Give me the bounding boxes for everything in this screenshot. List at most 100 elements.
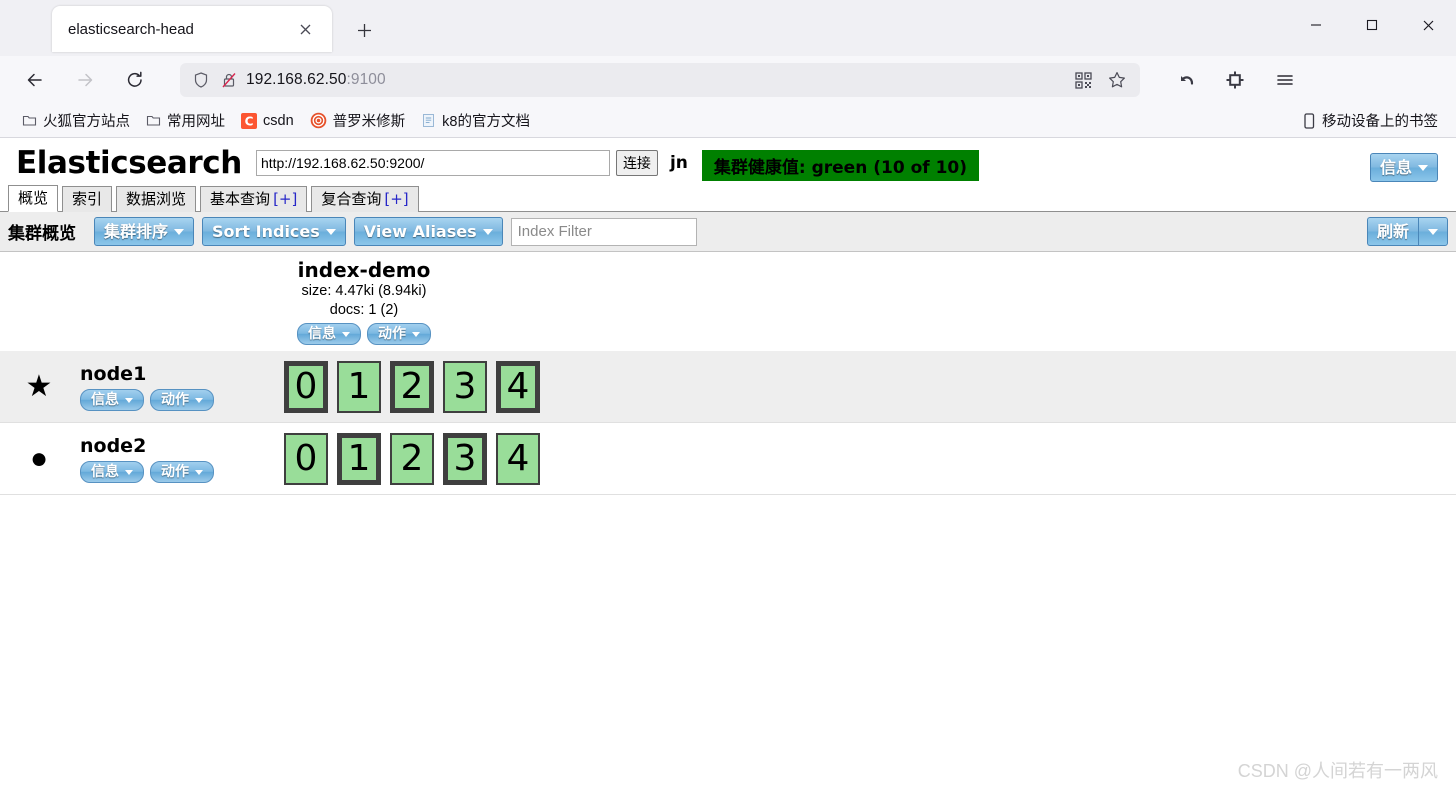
shard-box[interactable]: 1	[337, 360, 381, 413]
elasticsearch-head-app: Elasticsearch 连接 jn 集群健康值: green (10 of …	[0, 138, 1456, 797]
view-aliases-label: View Aliases	[363, 222, 477, 241]
node-name: node1	[80, 363, 147, 385]
csdn-icon: C	[241, 112, 257, 129]
reload-button[interactable]	[115, 63, 155, 97]
chevron-down-icon	[195, 469, 203, 475]
shard-box[interactable]: 3	[443, 432, 487, 485]
node-shards: 0 1 2 3 4	[280, 432, 540, 485]
url-port: :9100	[346, 71, 386, 88]
star-icon	[1109, 72, 1125, 88]
node-info: node2 信息 动作	[78, 434, 280, 483]
cluster-url-input[interactable]	[255, 150, 610, 176]
close-window-button[interactable]	[1400, 0, 1456, 50]
bookmark-item-common-sites[interactable]: 常用网址	[138, 107, 233, 134]
close-tab-icon[interactable]	[292, 16, 318, 42]
connect-button[interactable]: 连接	[615, 150, 658, 176]
document-icon	[423, 114, 435, 127]
shard-box[interactable]: 4	[496, 360, 540, 413]
app-menu-button[interactable]	[1265, 63, 1305, 97]
close-icon	[300, 24, 310, 34]
bookmark-star-icon[interactable]	[1102, 66, 1132, 94]
bookmark-item-firefox-official[interactable]: 火狐官方站点	[14, 107, 138, 134]
node-actions: 信息 动作	[80, 461, 280, 483]
cluster-name-label: jn	[669, 153, 688, 173]
tab-basic-query[interactable]: 基本查询 [+]	[200, 186, 308, 212]
node-info-button[interactable]: 信息	[80, 389, 144, 411]
shard-box[interactable]: 2	[390, 360, 434, 413]
screenshot-button[interactable]	[1215, 63, 1255, 97]
shield-icon[interactable]	[192, 71, 210, 89]
forward-arrow-icon	[78, 73, 93, 87]
sort-cluster-button[interactable]: 集群排序	[94, 217, 195, 246]
refresh-dropdown-button[interactable]	[1418, 217, 1448, 246]
shard-box[interactable]: 2	[390, 432, 434, 485]
shard-box[interactable]: 3	[443, 360, 487, 413]
node-name: node2	[80, 435, 147, 457]
prometheus-icon	[310, 112, 326, 129]
node-row: ★ node1 信息 动作 0 1 2 3 4	[0, 351, 1456, 423]
chevron-down-icon	[412, 331, 420, 337]
new-tab-button[interactable]	[346, 12, 382, 48]
app-tab-bar: 概览 索引 数据浏览 基本查询 [+] 复合查询 [+]	[0, 184, 1456, 212]
minimize-button[interactable]	[1288, 0, 1344, 50]
node-action-label: 动作	[161, 392, 189, 408]
back-button[interactable]	[15, 63, 55, 97]
bookmark-item-mobile-bookmarks[interactable]: 移动设备上的书签	[1294, 107, 1446, 134]
qr-code-glyph-icon	[1074, 71, 1092, 89]
insecure-lock-icon[interactable]	[220, 71, 238, 89]
shard-box[interactable]: 4	[496, 432, 540, 485]
index-name: index-demo	[297, 258, 431, 282]
plus-icon	[357, 23, 371, 37]
refresh-label: 刷新	[1376, 222, 1409, 241]
shard-box[interactable]: 0	[284, 432, 328, 485]
undo-close-tab-button[interactable]	[1165, 63, 1205, 97]
node-shards: 0 1 2 3 4	[280, 360, 540, 413]
shard-box[interactable]: 1	[337, 432, 381, 485]
bookmark-item-csdn[interactable]: C csdn	[233, 110, 302, 132]
bookmark-label: csdn	[263, 112, 294, 129]
sort-cluster-label: 集群排序	[104, 222, 169, 241]
bookmark-item-k8s-docs[interactable]: k8的官方文档	[413, 107, 538, 134]
index-action-button[interactable]: 动作	[367, 323, 431, 345]
app-title: Elasticsearch	[16, 145, 242, 181]
tab-label: 索引	[72, 190, 103, 208]
phone-icon	[1304, 112, 1315, 129]
maximize-button[interactable]	[1344, 0, 1400, 50]
reload-icon	[127, 71, 142, 87]
bookmark-label: 普罗米修斯	[332, 114, 406, 130]
tab-overview[interactable]: 概览	[8, 185, 59, 212]
sort-indices-label: Sort Indices	[212, 222, 320, 241]
node-info-label: 信息	[91, 392, 119, 408]
bookmark-label: 火狐官方站点	[43, 114, 130, 130]
tab-label: 复合查询	[321, 190, 382, 208]
view-aliases-button[interactable]: View Aliases	[353, 217, 503, 246]
node-info-button[interactable]: 信息	[80, 461, 144, 483]
tab-data-browse[interactable]: 数据浏览	[116, 186, 197, 212]
back-arrow-icon	[27, 73, 42, 87]
address-bar[interactable]: 192.168.62.50:9100	[180, 63, 1140, 97]
qr-code-icon[interactable]	[1068, 66, 1098, 94]
tab-strip: elasticsearch-head	[0, 0, 1456, 56]
shard-box[interactable]: 0	[284, 360, 328, 413]
node-action-button[interactable]: 动作	[150, 461, 214, 483]
node-info: node1 信息 动作	[78, 362, 280, 411]
cluster-overview-title: 集群概览	[8, 224, 76, 244]
tab-plus-label: [+]	[273, 190, 298, 208]
window-controls	[1288, 0, 1456, 50]
folder-icon	[146, 115, 161, 126]
undo-arrow-icon	[1180, 75, 1193, 85]
refresh-button[interactable]: 刷新	[1366, 217, 1418, 246]
index-actions: 信息 动作	[280, 323, 448, 345]
forward-button[interactable]	[65, 63, 105, 97]
index-action-label: 动作	[378, 326, 406, 342]
bookmark-item-prometheus[interactable]: 普罗米修斯	[302, 107, 414, 134]
chevron-down-icon	[482, 228, 493, 235]
tab-composite-query[interactable]: 复合查询 [+]	[311, 186, 419, 212]
index-filter-input[interactable]	[510, 217, 697, 246]
sort-indices-button[interactable]: Sort Indices	[202, 217, 346, 246]
header-info-button[interactable]: 信息	[1369, 153, 1438, 182]
tab-indices[interactable]: 索引	[62, 186, 113, 212]
node-action-button[interactable]: 动作	[150, 389, 214, 411]
index-info-button[interactable]: 信息	[297, 323, 361, 345]
browser-tab[interactable]: elasticsearch-head	[52, 6, 332, 52]
